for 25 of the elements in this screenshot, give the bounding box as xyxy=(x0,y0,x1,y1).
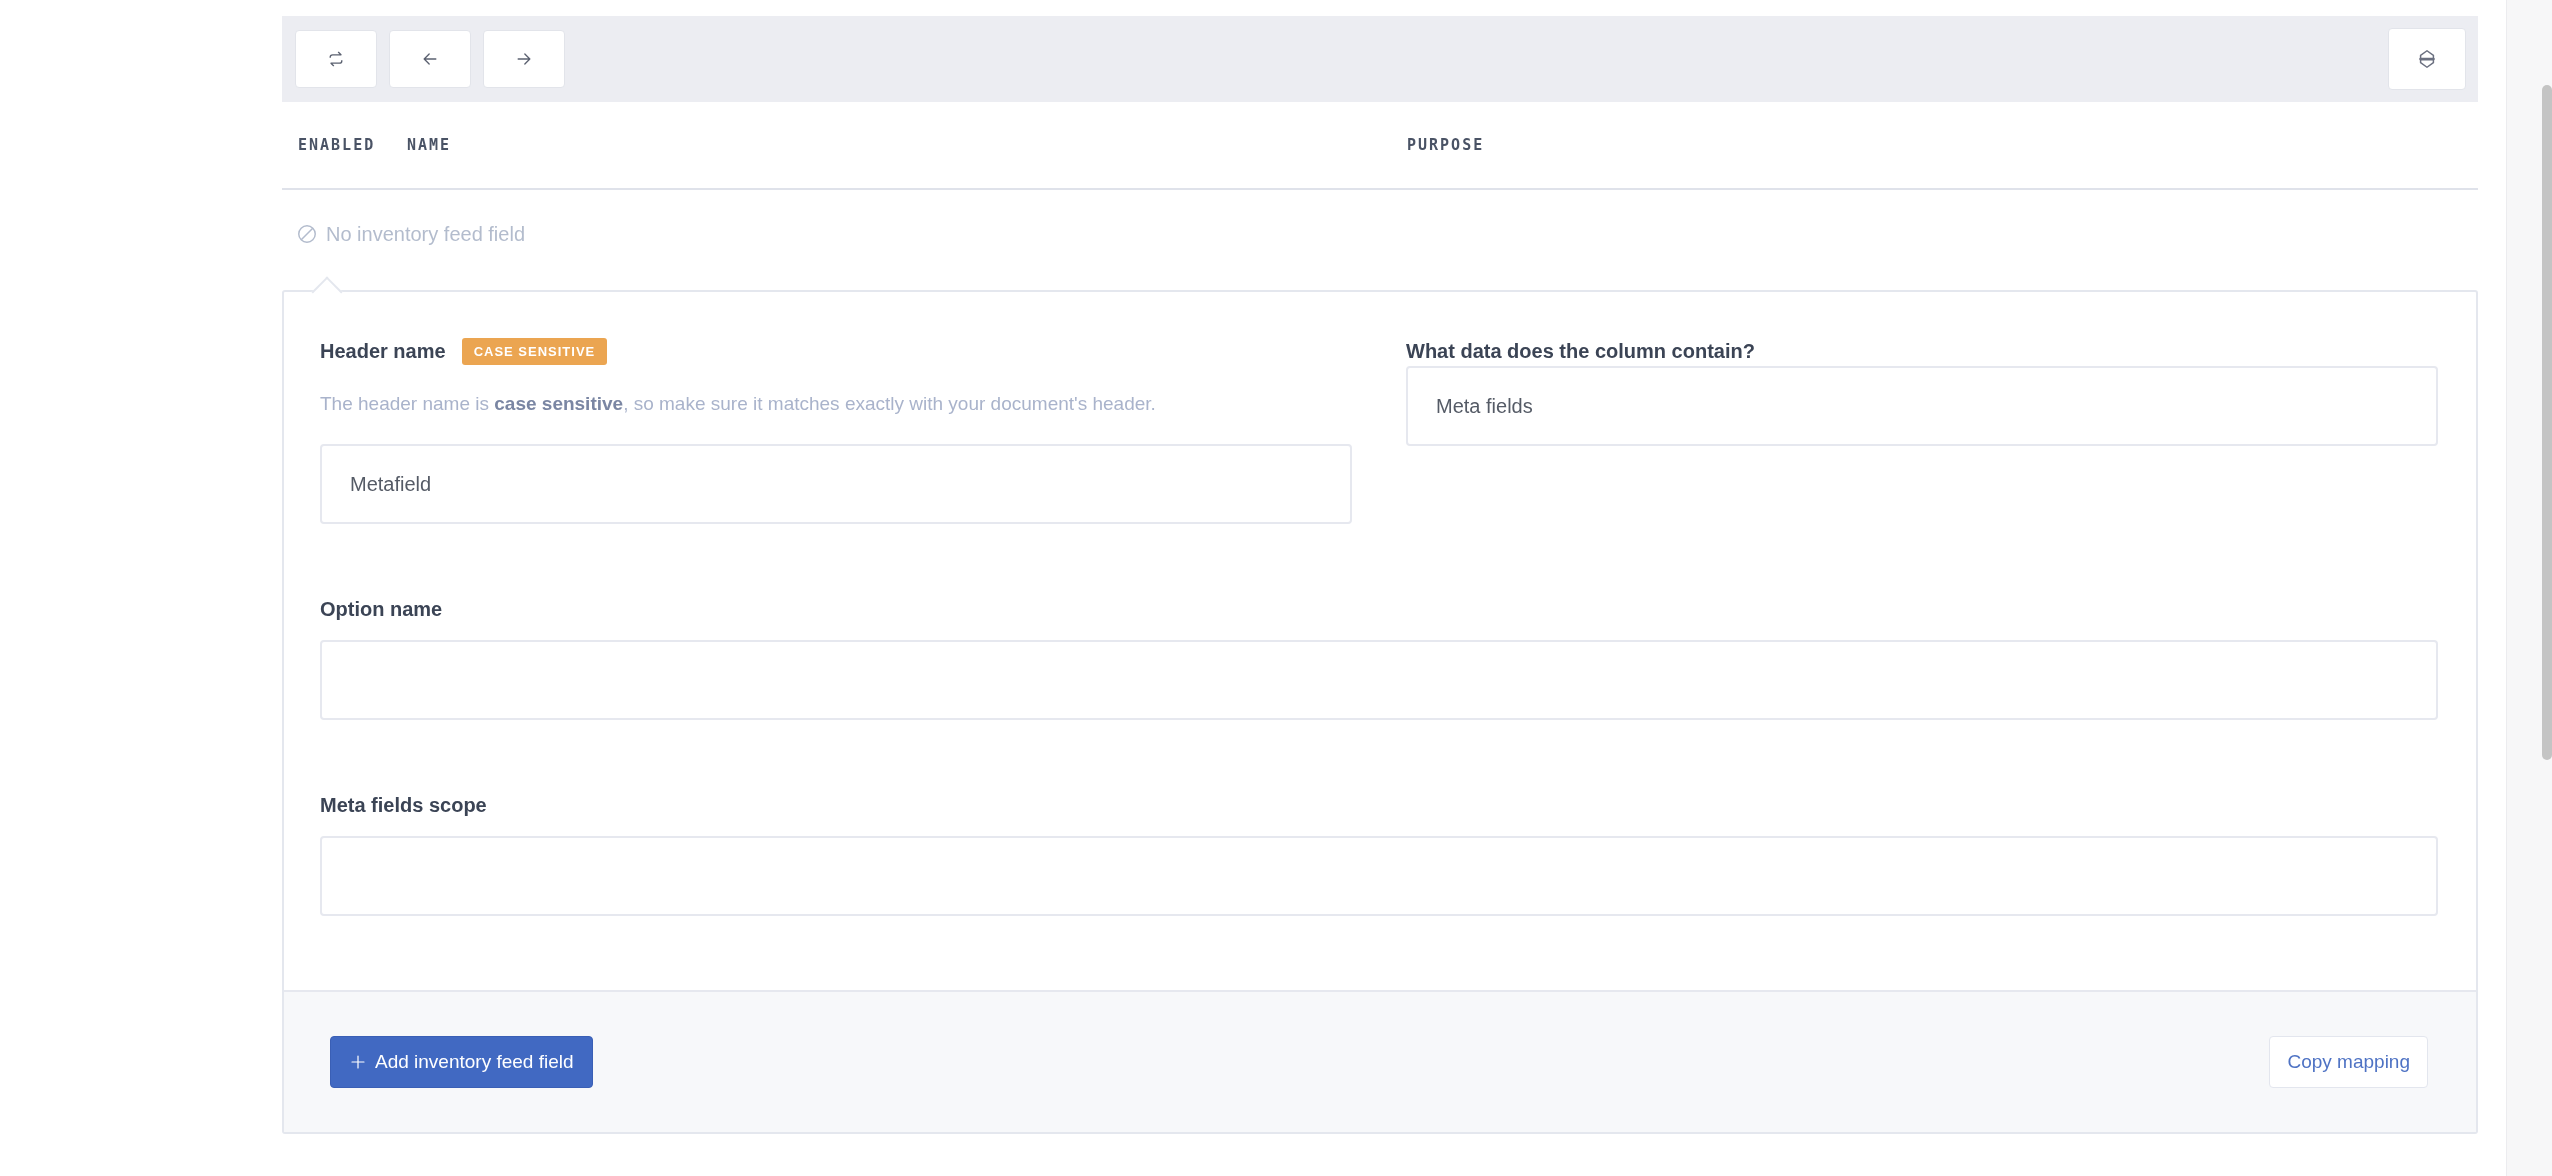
input-field[interactable] xyxy=(320,640,2438,720)
column-header: NAME xyxy=(407,136,453,154)
hint-text: The header name is case sensitive, so make sure it matches exactly with your document's header. xyxy=(320,393,1157,415)
scrollbar-thumb[interactable] xyxy=(2542,85,2552,760)
copy-mapping-button[interactable]: Copy mapping xyxy=(2269,1036,2428,1088)
plus-icon xyxy=(349,1053,367,1071)
field-label: Option name xyxy=(320,597,443,621)
field-label: Header name xyxy=(320,339,446,363)
collapse-button[interactable] xyxy=(2388,28,2466,90)
input-field[interactable] xyxy=(320,836,2438,916)
swap-arrows-button[interactable] xyxy=(295,30,377,88)
column-header: PURPOSE xyxy=(1407,136,1485,154)
input-field[interactable]: Metafield xyxy=(320,444,1352,524)
hexagon-icon xyxy=(2416,48,2438,70)
prohibited-icon xyxy=(296,223,318,245)
empty-message: No inventory feed field xyxy=(326,222,525,246)
field-label: Meta fields scope xyxy=(320,793,487,817)
scrollbar[interactable] xyxy=(2506,0,2552,1176)
field-label: What data does the column contain? xyxy=(1406,339,1755,363)
add-field-button[interactable]: Add inventory feed field xyxy=(330,1036,593,1088)
case-sensitive-badge: CASE SENSITIVE xyxy=(461,337,608,365)
forward-arrow-button[interactable] xyxy=(483,30,565,88)
column-header: ENABLED xyxy=(298,136,377,154)
back-arrow-button[interactable] xyxy=(389,30,471,88)
input-field[interactable]: Meta fields xyxy=(1406,366,2438,446)
